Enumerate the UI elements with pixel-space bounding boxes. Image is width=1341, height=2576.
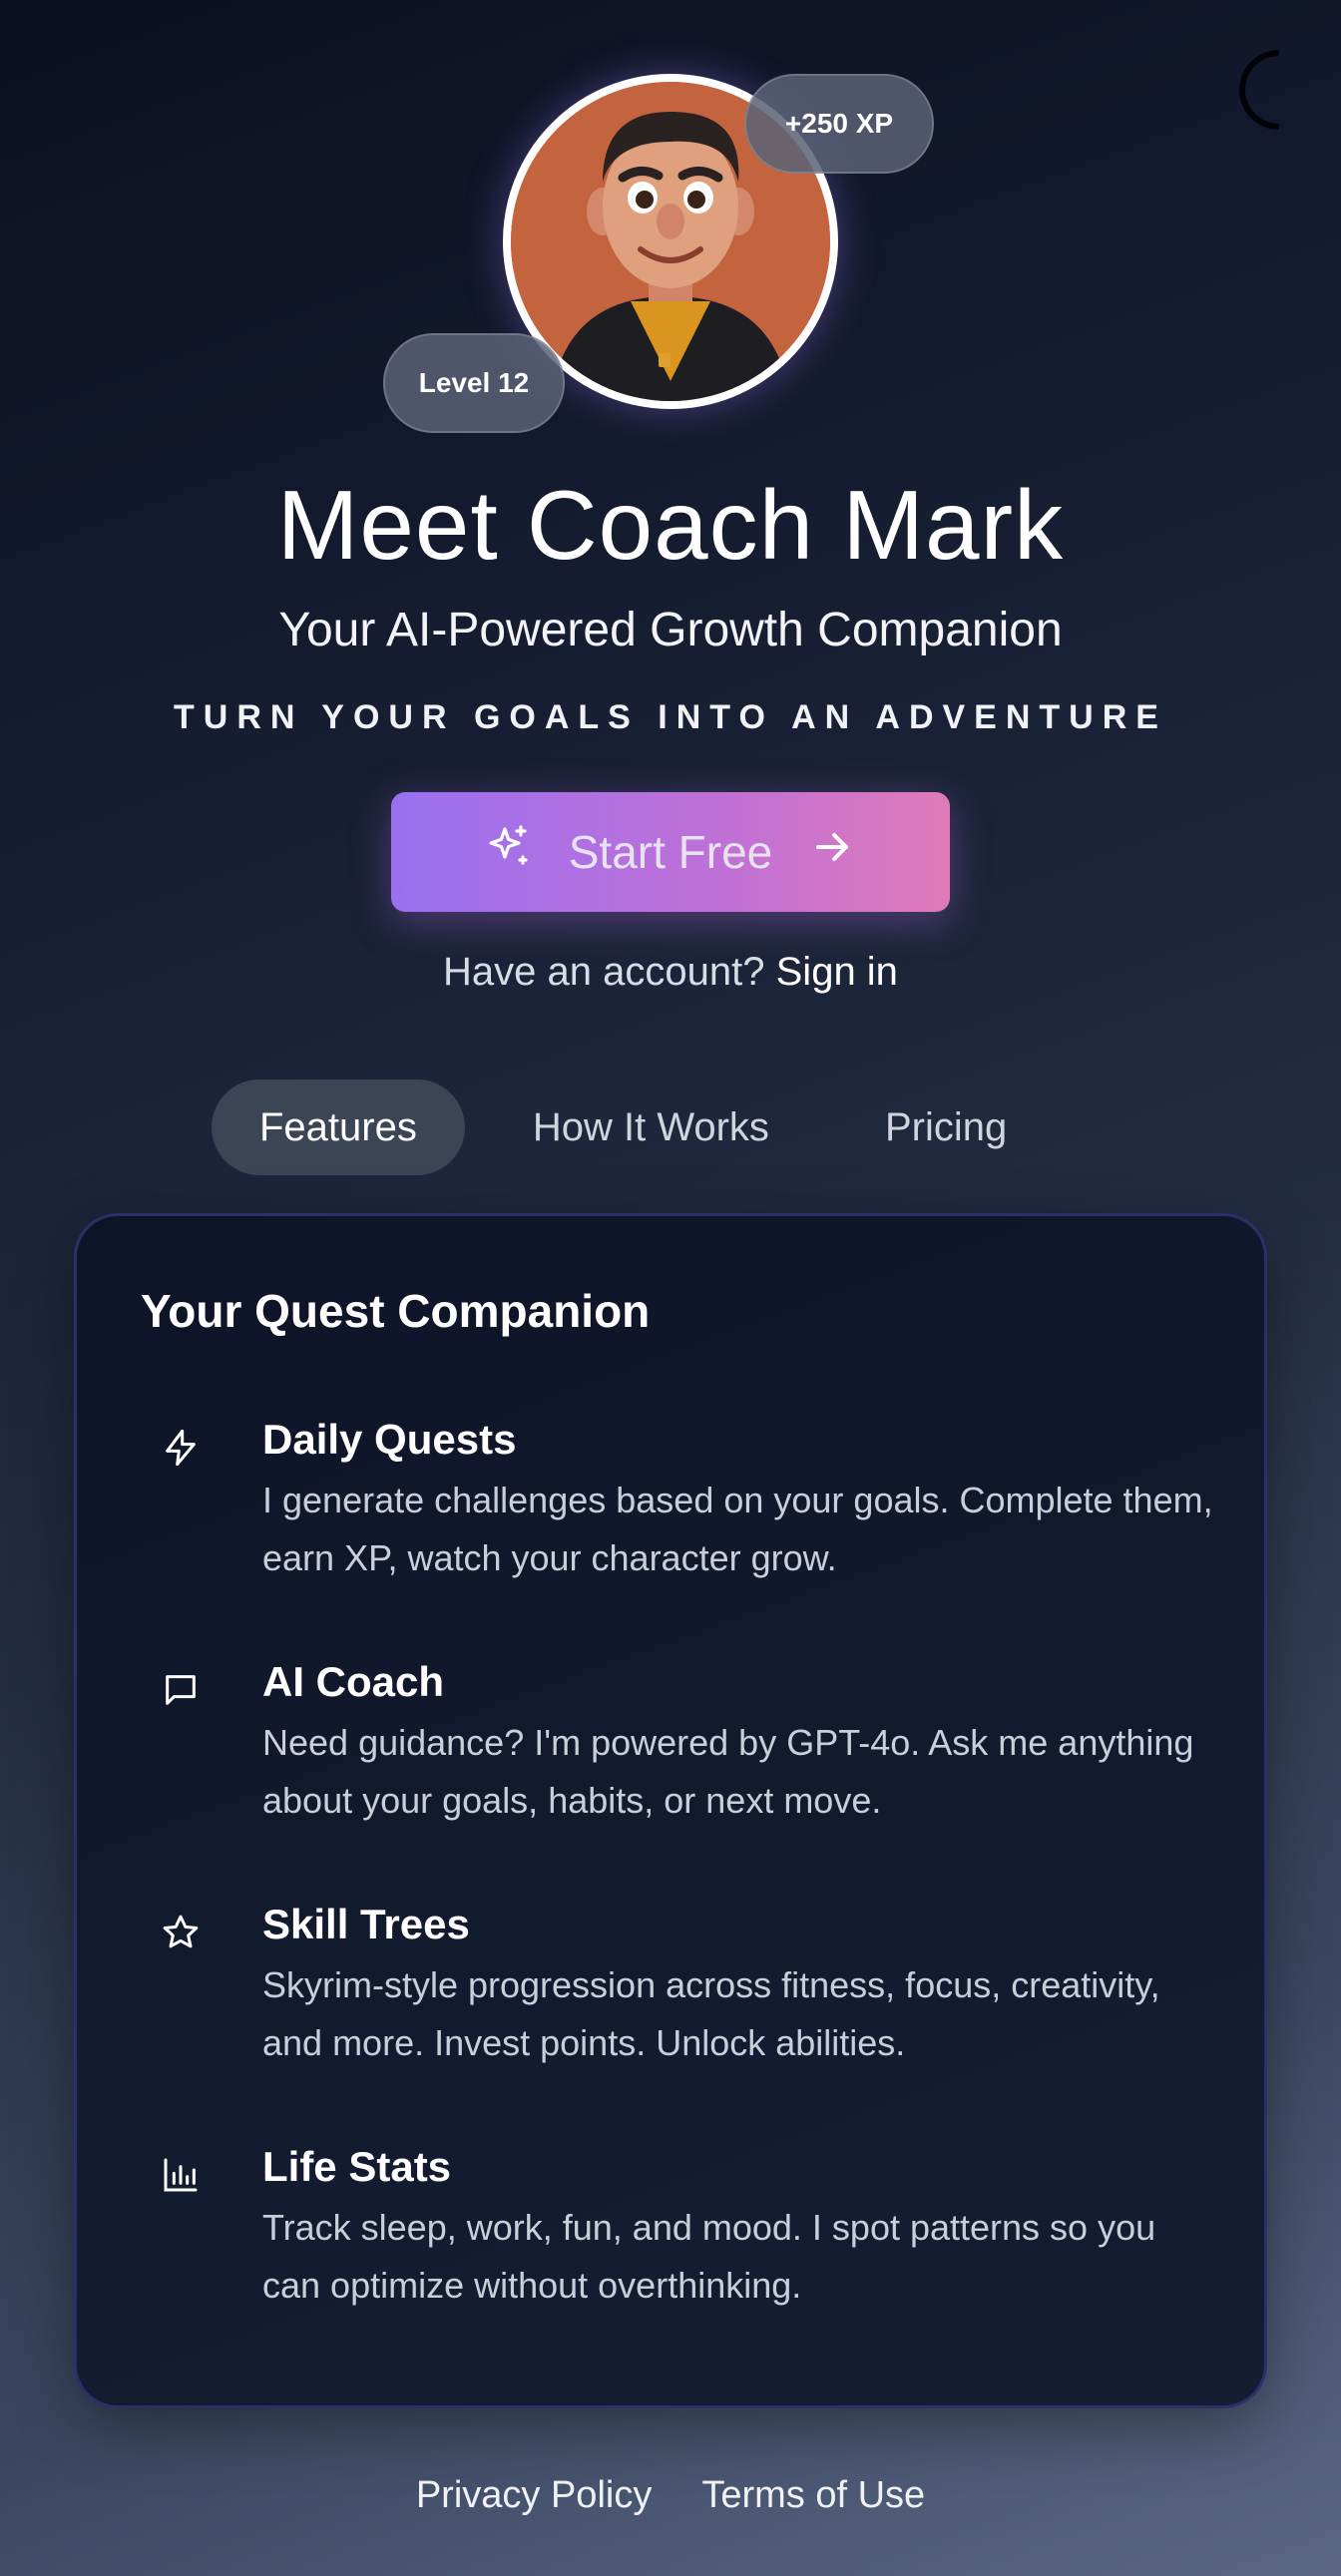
footer: Privacy Policy Terms of Use [0, 2474, 1341, 2517]
lightning-icon [149, 1416, 213, 1480]
feature-description: Track sleep, work, fun, and mood. I spot… [262, 2207, 1156, 2306]
tab-how-it-works[interactable]: How It Works [485, 1079, 817, 1175]
feature-description: Skyrim-style progression across fitness,… [262, 1964, 1160, 2063]
arrow-right-icon [808, 823, 856, 882]
features-card: Your Quest Companion Daily Quests I gene… [74, 1213, 1267, 2408]
section-tabs: Features How It Works Pricing [212, 1079, 1055, 1175]
start-free-label: Start Free [568, 826, 773, 878]
page-subtitle: Your AI-Powered Growth Companion [278, 604, 1063, 656]
start-free-button[interactable]: Start Free [391, 792, 950, 912]
signin-prompt-line: Have an account? Sign in [0, 950, 1341, 995]
tagline: TURN YOUR GOALS INTO AN ADVENTURE [174, 698, 1167, 736]
privacy-policy-link[interactable]: Privacy Policy [416, 2474, 653, 2517]
feature-item: Skill Trees Skyrim-style progression acr… [141, 1901, 1218, 2090]
bar-chart-icon [149, 2143, 213, 2207]
signin-prompt: Have an account? [443, 950, 765, 994]
sparkles-icon [485, 823, 533, 882]
feature-item: Daily Quests I generate challenges based… [141, 1416, 1218, 1605]
terms-of-use-link[interactable]: Terms of Use [701, 2474, 925, 2517]
feature-description: Need guidance? I'm powered by GPT-4o. As… [262, 1722, 1194, 1821]
page-title: Meet Coach Mark [276, 470, 1065, 580]
partial-circle-decoration [1239, 50, 1279, 130]
feature-name: Life Stats [262, 2143, 452, 2190]
tab-features[interactable]: Features [212, 1079, 465, 1175]
feature-name: AI Coach [262, 1658, 445, 1705]
sign-in-link[interactable]: Sign in [776, 950, 898, 994]
level-badge: Level 12 [383, 333, 565, 433]
card-title: Your Quest Companion [141, 1285, 651, 1337]
star-icon [149, 1901, 213, 1964]
feature-item: AI Coach Need guidance? I'm powered by G… [141, 1658, 1218, 1848]
tab-pricing[interactable]: Pricing [837, 1079, 1055, 1175]
xp-badge: +250 XP [744, 74, 934, 174]
chat-bubble-icon [149, 1658, 213, 1722]
feature-description: I generate challenges based on your goal… [262, 1480, 1213, 1578]
hero-section: +250 XP Level 12 Meet Coach Mark Your AI… [0, 0, 1341, 1058]
feature-name: Skill Trees [262, 1901, 470, 1947]
feature-name: Daily Quests [262, 1416, 517, 1463]
feature-item: Life Stats Track sleep, work, fun, and m… [141, 2143, 1218, 2333]
